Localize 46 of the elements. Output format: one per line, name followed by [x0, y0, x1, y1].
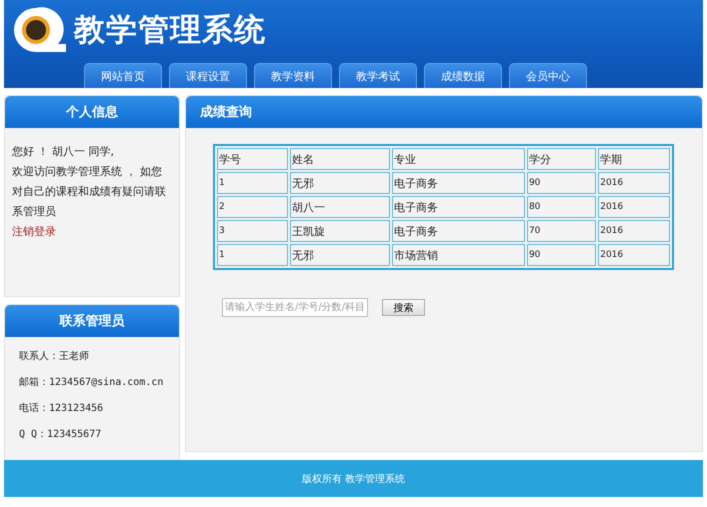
table-cell: 2 [217, 196, 288, 218]
table-cell: 80 [526, 196, 596, 218]
greeting-text: 您好 ！ 胡八一 同学, [12, 144, 115, 160]
table-cell: 1 [217, 244, 288, 266]
table-cell: 2016 [598, 244, 670, 266]
column-header: 姓名 [290, 148, 390, 170]
contact-line: 联系人：王老师 [19, 350, 90, 364]
table-cell: 70 [526, 220, 596, 242]
table-cell: 电子商务 [392, 196, 525, 218]
table-cell: 电子商务 [392, 220, 525, 242]
search-button[interactable]: 搜索 [382, 299, 425, 316]
column-header: 学号 [217, 148, 288, 170]
table-cell: 1 [217, 172, 288, 194]
site-title: 教学管理系统 [74, 11, 266, 50]
panel-title: 联系管理员 [5, 305, 179, 337]
table-cell: 2016 [598, 220, 670, 242]
column-header: 学分 [526, 148, 596, 170]
table-cell: 90 [526, 172, 596, 194]
column-header: 学期 [598, 148, 670, 170]
nav-tab[interactable]: 教学资料 [254, 63, 332, 88]
table-cell: 胡八一 [290, 196, 390, 218]
table-cell: 王凯旋 [290, 220, 390, 242]
nav-tab[interactable]: 教学考试 [339, 63, 417, 88]
table-cell: 无邪 [290, 172, 390, 194]
nav-tab[interactable]: 会员中心 [509, 63, 587, 88]
nav-tab[interactable]: 课程设置 [169, 63, 247, 88]
contact-line: 邮箱：1234567@sina.com.cn [19, 376, 164, 390]
table-cell: 无邪 [290, 244, 390, 266]
nav-tab[interactable]: 网站首页 [84, 63, 162, 88]
copyright-text: 版权所有 教学管理系统 [302, 472, 406, 486]
logo-icon [12, 6, 68, 54]
panel-title: 个人信息 [5, 96, 179, 128]
column-header: 专业 [392, 148, 525, 170]
nav-tab[interactable]: 成绩数据 [424, 63, 502, 88]
table-cell: 90 [526, 244, 596, 266]
table-cell: 2016 [598, 172, 670, 194]
table-cell: 2016 [598, 196, 670, 218]
table-cell: 市场营销 [392, 244, 525, 266]
contact-line: Q Q：123455677 [19, 428, 102, 442]
panel-title: 成绩查询 [186, 96, 702, 128]
table-cell: 电子商务 [392, 172, 525, 194]
search-field[interactable]: 请输入学生姓名/学号/分数/科目 [222, 298, 368, 317]
welcome-message: 欢迎访问教学管理系统 ， 如您对自己的课程和成绩有疑问请联系管理员 [12, 164, 167, 220]
contact-line: 电话：123123456 [19, 402, 104, 416]
logout-link[interactable]: 注销登录 [12, 222, 56, 242]
table-cell: 3 [217, 220, 288, 242]
